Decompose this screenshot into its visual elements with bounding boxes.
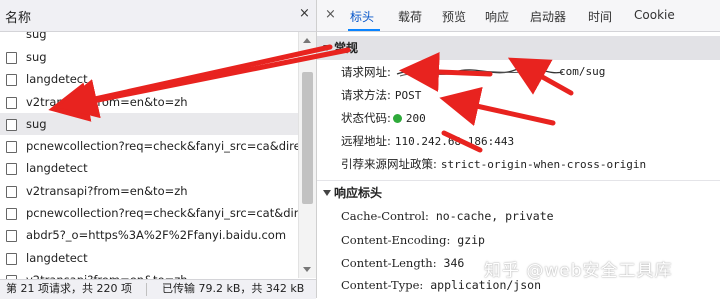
request-name: pcnewcollection?req=check&fanyi_src=ca&d… [26, 139, 298, 154]
referrer-policy-value: strict-origin-when-cross-origin [440, 158, 647, 171]
tab-initiator[interactable]: 启动器 [530, 8, 566, 25]
tab-cookies[interactable]: Cookie [634, 8, 675, 22]
request-row[interactable]: abdr5?_o=https%3A%2F%2Ffanyi.baidu.com [0, 224, 298, 246]
request-name: v2transapi?from=en&to=zh [26, 94, 188, 109]
general-section-header[interactable]: 常规 [317, 36, 720, 60]
status-divider [146, 283, 147, 296]
referrer-policy-row: 引荐来源网址政策: strict-origin-when-cross-origin [341, 156, 646, 172]
row-checkbox[interactable] [6, 96, 17, 109]
request-name: abdr5?_o=https%3A%2F%2Ffanyi.baidu.com [26, 228, 287, 243]
close-detail-icon[interactable]: × [325, 7, 336, 22]
transfer-size: 已传输 79.2 kB，共 342 kB [162, 282, 305, 295]
request-url-label: 请求网址: [341, 65, 391, 79]
scroll-up-icon[interactable] [303, 38, 311, 43]
request-row[interactable]: sug [0, 32, 298, 46]
tab-response[interactable]: 响应 [485, 8, 509, 25]
status-bar: 第 21 项请求，共 220 项 已传输 79.2 kB，共 342 kB [0, 279, 316, 299]
request-row[interactable]: pcnewcollection?req=check&fanyi_src=ca&d… [0, 135, 298, 157]
request-name: sug [26, 50, 47, 64]
request-url-value[interactable]: com/sug [559, 65, 605, 78]
name-column-header[interactable]: 名称 [5, 7, 31, 26]
watermark: 知乎 @web安全工具库 [484, 261, 673, 281]
request-list-scrollbar[interactable] [298, 32, 316, 278]
close-icon[interactable]: × [299, 6, 310, 21]
response-header-key: Content-Type: [341, 278, 424, 292]
remote-address-row: 远程地址: 110.242.68.186:443 [341, 133, 514, 149]
request-name: sug [26, 116, 47, 131]
tab-headers[interactable]: 标头 [350, 8, 374, 25]
expand-triangle-icon[interactable] [323, 45, 331, 51]
request-name: sug [26, 32, 47, 41]
response-header-row: Cache-Control: no-cache, private [341, 209, 554, 223]
status-code-label: 状态代码: [341, 111, 391, 125]
row-checkbox[interactable] [6, 252, 17, 265]
response-header-row: Content-Length: 346 [341, 256, 464, 270]
request-name: v2transapi?from=en&to=zh [26, 183, 188, 198]
remote-address-label: 远程地址: [341, 134, 391, 148]
request-name: pcnewcollection?req=check&fanyi_src=cat&… [26, 206, 298, 221]
redaction-scribble [396, 66, 564, 77]
request-name: langdetect [26, 250, 88, 265]
request-name: langdetect [26, 72, 88, 87]
row-checkbox[interactable] [6, 163, 17, 176]
request-method-label: 请求方法: [341, 88, 391, 102]
row-checkbox[interactable] [6, 74, 17, 87]
request-row[interactable]: langdetect [0, 157, 298, 179]
response-header-key: Content-Length: [341, 256, 437, 270]
response-headers-title: 响应标头 [334, 186, 383, 200]
status-code-row: 状态代码: 200 [341, 110, 426, 126]
expand-triangle-icon[interactable] [323, 190, 331, 196]
request-method-row: 请求方法: POST [341, 87, 421, 103]
detail-tabs: × 标头 载荷 预览 响应 启动器 时间 Cookie [317, 0, 720, 32]
active-tab-indicator [348, 29, 380, 31]
request-list-panel: 名称 × sug sug langdetect v2transapi?from=… [0, 0, 317, 299]
row-checkbox[interactable] [6, 141, 17, 154]
response-header-value: 346 [443, 256, 465, 270]
request-row[interactable]: pcnewcollection?req=check&fanyi_src=cat&… [0, 202, 298, 224]
general-section-title: 常规 [334, 41, 359, 55]
response-headers-section-header[interactable]: 响应标头 [317, 180, 720, 205]
request-method-value: POST [394, 89, 422, 102]
request-url-row: 请求网址: [341, 64, 391, 80]
request-row[interactable]: langdetect [0, 68, 298, 90]
request-rows: sug sug langdetect v2transapi?from=en&to… [0, 32, 298, 291]
row-checkbox[interactable] [6, 208, 17, 221]
remote-address-value: 110.242.68.186:443 [394, 135, 515, 148]
row-checkbox[interactable] [6, 230, 17, 243]
request-row[interactable]: langdetect [0, 247, 298, 269]
tab-preview[interactable]: 预览 [442, 8, 466, 25]
response-header-row: Content-Encoding: gzip [341, 233, 485, 247]
tab-timing[interactable]: 时间 [588, 8, 612, 25]
request-name: langdetect [26, 161, 88, 176]
status-ok-icon [392, 114, 402, 123]
row-checkbox[interactable] [6, 118, 17, 131]
referrer-policy-label: 引荐来源网址政策: [341, 157, 437, 171]
request-row[interactable]: v2transapi?from=en&to=zh [0, 180, 298, 202]
scroll-down-icon[interactable] [303, 267, 311, 272]
row-checkbox[interactable] [6, 52, 17, 64]
response-header-key: Content-Encoding: [341, 233, 451, 247]
scrollbar-thumb[interactable] [302, 72, 313, 204]
request-row[interactable]: v2transapi?from=en&to=zh [0, 91, 298, 113]
response-header-value: no-cache, private [435, 209, 554, 223]
response-header-key: Cache-Control: [341, 209, 429, 223]
status-code-value: 200 [405, 112, 426, 125]
response-header-value: gzip [457, 233, 485, 247]
row-checkbox[interactable] [6, 185, 17, 198]
request-list-header: 名称 × [0, 0, 316, 32]
request-detail-panel: × 标头 载荷 预览 响应 启动器 时间 Cookie 常规 请求网址: com… [317, 0, 720, 298]
request-row[interactable]: sug [0, 46, 298, 68]
request-count: 第 21 项请求，共 220 项 [6, 282, 132, 295]
tab-payload[interactable]: 载荷 [398, 8, 422, 25]
request-row-selected[interactable]: sug [0, 112, 298, 136]
